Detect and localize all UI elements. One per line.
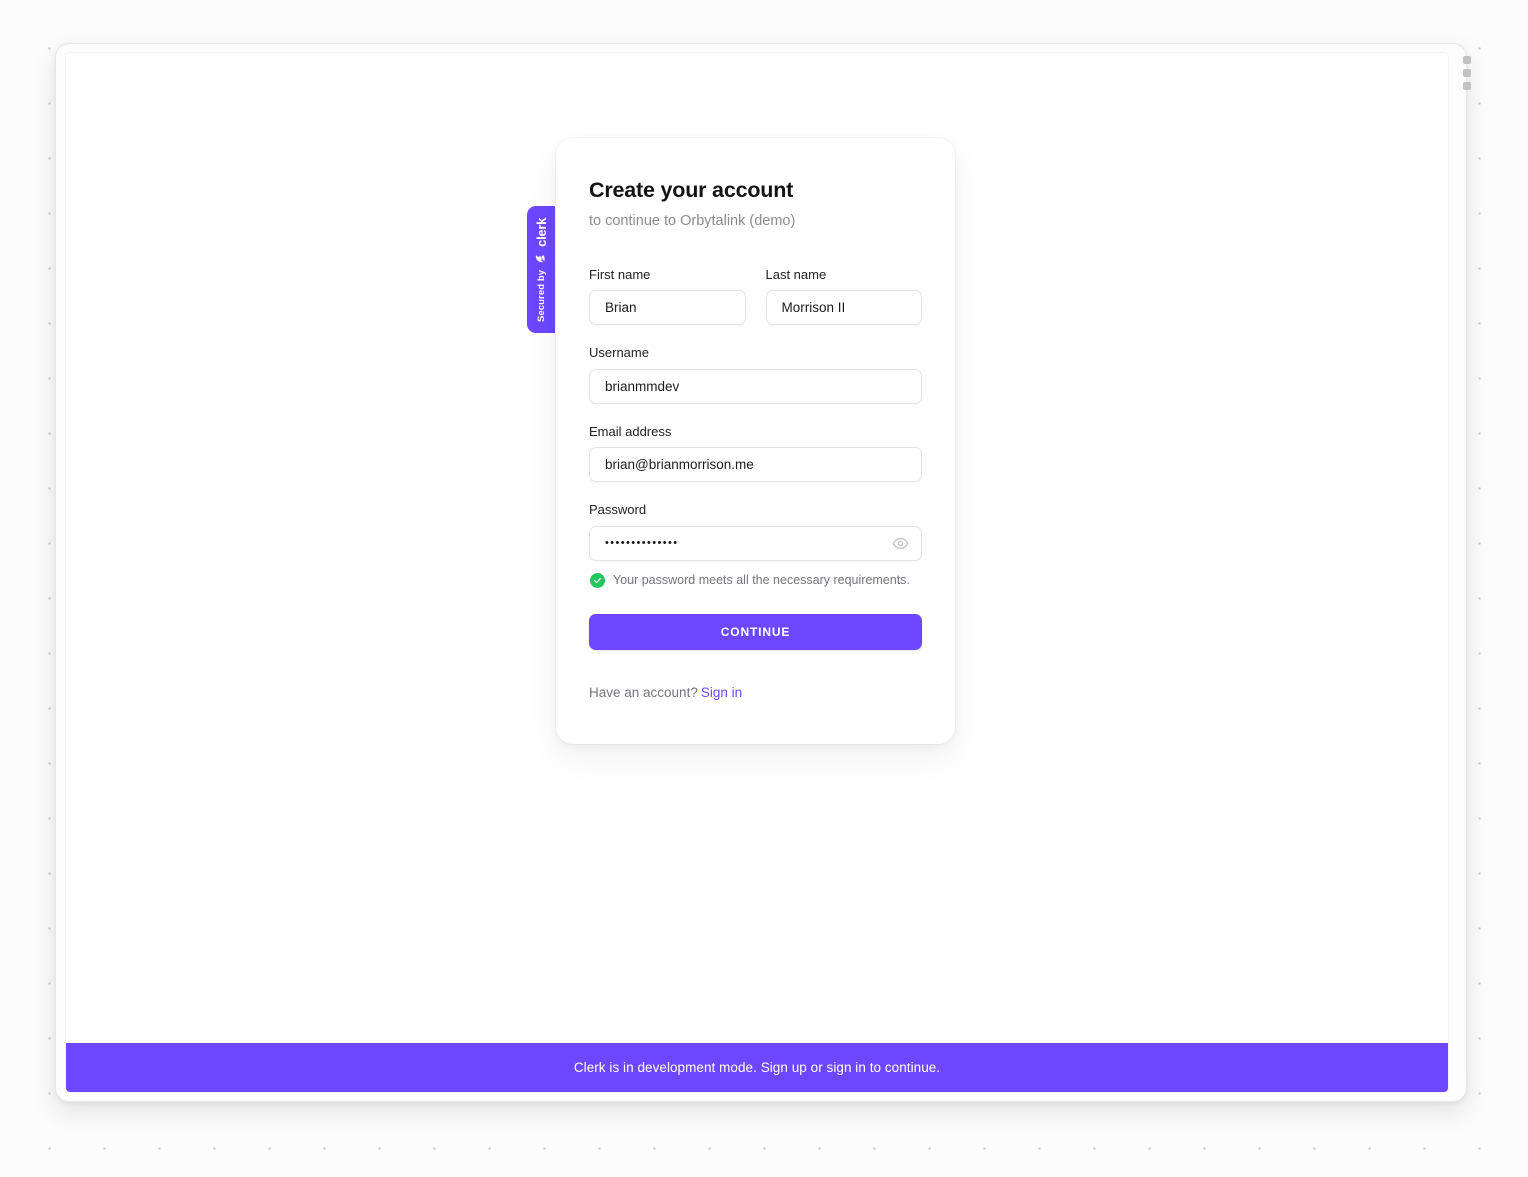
username-field-group: Username brianmmdev: [589, 345, 922, 404]
development-mode-message: Clerk is in development mode. Sign up or…: [573, 1060, 941, 1075]
email-value: brian@brianmorrison.me: [605, 458, 754, 472]
name-fields-row: First name Brian Last name Morrison II: [589, 267, 922, 326]
last-name-input[interactable]: Morrison II: [765, 290, 922, 326]
page-subtitle: to continue to Orbytalink (demo): [589, 212, 796, 229]
password-input[interactable]: ••••••••••••••: [589, 526, 922, 562]
page-viewport: Secured by clerk Create your account to …: [66, 53, 1448, 1092]
clerk-logo-icon: [533, 251, 549, 264]
first-name-label: First name: [589, 266, 651, 282]
email-label: Email address: [589, 423, 672, 439]
first-name-value: Brian: [605, 300, 637, 315]
continue-button[interactable]: CONTINUE: [589, 614, 922, 651]
email-input[interactable]: brian@brianmorrison.me: [589, 447, 922, 483]
password-requirements-hint: Your password meets all the necessary re…: [589, 573, 922, 589]
grip-dot: [1462, 56, 1471, 64]
sign-in-link[interactable]: Sign in: [701, 685, 742, 700]
signin-prompt-text: Have an account?: [589, 685, 698, 701]
username-value: brianmmdev: [605, 379, 680, 394]
signup-card: Create your account to continue to Orbyt…: [556, 138, 955, 745]
last-name-value: Morrison II: [781, 300, 846, 315]
last-name-label: Last name: [765, 266, 827, 282]
secured-by-clerk-content: Secured by clerk: [533, 217, 549, 321]
username-label: Username: [589, 345, 649, 361]
password-label: Password: [589, 502, 647, 518]
browser-window-frame: Secured by clerk Create your account to …: [55, 43, 1467, 1102]
password-hint-text: Your password meets all the necessary re…: [613, 573, 910, 588]
first-name-field-group: First name Brian: [589, 267, 746, 326]
check-circle-icon: [590, 573, 605, 589]
secured-by-label: Secured by: [535, 269, 547, 322]
grip-dot: [1462, 82, 1471, 90]
grip-dot: [1462, 69, 1471, 77]
last-name-field-group: Last name Morrison II: [765, 266, 922, 326]
email-field-group: Email address brian@brianmorrison.me: [589, 424, 922, 483]
drag-grip-icon[interactable]: [1462, 56, 1471, 90]
password-value: ••••••••••••••: [605, 538, 679, 550]
first-name-input[interactable]: Brian: [589, 290, 746, 326]
clerk-brand-label: clerk: [533, 217, 549, 247]
signup-card-container: Secured by clerk Create your account to …: [527, 138, 955, 745]
eye-icon[interactable]: [890, 534, 910, 554]
signin-prompt: Have an account? Sign in: [589, 685, 922, 700]
password-field-group: Password ••••••••••••••: [589, 502, 922, 562]
username-input[interactable]: brianmmdev: [589, 368, 922, 404]
development-mode-banner: Clerk is in development mode. Sign up or…: [66, 1043, 1448, 1092]
page-title: Create your account: [589, 178, 794, 202]
secured-by-clerk-badge[interactable]: Secured by clerk: [527, 206, 555, 333]
